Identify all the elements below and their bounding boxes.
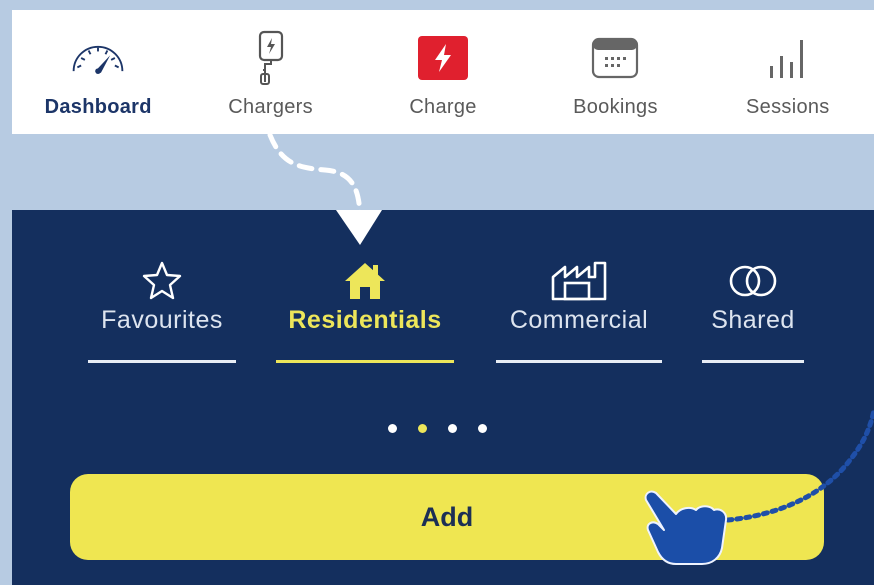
star-icon <box>132 258 192 304</box>
page-dot[interactable] <box>448 424 457 433</box>
dashed-arrow-path <box>267 132 363 223</box>
top-navigation-bar: Dashboard Chargers Charge Bookings Sessi… <box>12 10 874 134</box>
factory-icon <box>549 258 609 304</box>
page-indicator <box>388 424 487 433</box>
tab-shared[interactable]: Shared <box>702 210 804 380</box>
nav-item-charge[interactable]: Charge <box>357 10 529 134</box>
tab-underline <box>88 360 236 363</box>
charger-plug-icon <box>241 30 301 86</box>
nav-label-charge: Charge <box>409 96 477 118</box>
tab-favourites[interactable]: Favourites <box>88 210 236 380</box>
calendar-icon <box>585 30 645 86</box>
page-dot-active[interactable] <box>418 424 427 433</box>
tab-underline <box>276 360 454 363</box>
tab-label-favourites: Favourites <box>101 306 223 334</box>
speedometer-icon <box>68 30 128 86</box>
charger-panel: Favourites Residentials Commercial Share… <box>12 210 874 585</box>
charger-category-tabs: Favourites Residentials Commercial Share… <box>12 210 874 380</box>
nav-label-bookings: Bookings <box>573 96 658 118</box>
tab-residentials[interactable]: Residentials <box>276 210 454 380</box>
bar-chart-icon <box>758 30 818 86</box>
tab-underline <box>702 360 804 363</box>
tab-label-commercial: Commercial <box>509 306 649 334</box>
tab-commercial[interactable]: Commercial <box>496 210 662 380</box>
nav-label-sessions: Sessions <box>746 96 830 118</box>
page-dot[interactable] <box>478 424 487 433</box>
page-dot[interactable] <box>388 424 397 433</box>
nav-item-bookings[interactable]: Bookings <box>529 10 701 134</box>
nav-item-dashboard[interactable]: Dashboard <box>12 10 184 134</box>
nav-item-chargers[interactable]: Chargers <box>184 10 356 134</box>
lightning-bolt-icon <box>413 30 473 86</box>
linked-rings-icon <box>723 258 783 304</box>
add-button[interactable]: Add <box>70 474 824 560</box>
tab-label-shared: Shared <box>711 306 795 334</box>
nav-item-sessions[interactable]: Sessions <box>702 10 874 134</box>
tab-label-residentials: Residentials <box>288 306 442 334</box>
tab-underline <box>496 360 662 363</box>
nav-label-dashboard: Dashboard <box>44 96 152 118</box>
nav-label-chargers: Chargers <box>228 96 313 118</box>
house-icon <box>335 258 395 304</box>
